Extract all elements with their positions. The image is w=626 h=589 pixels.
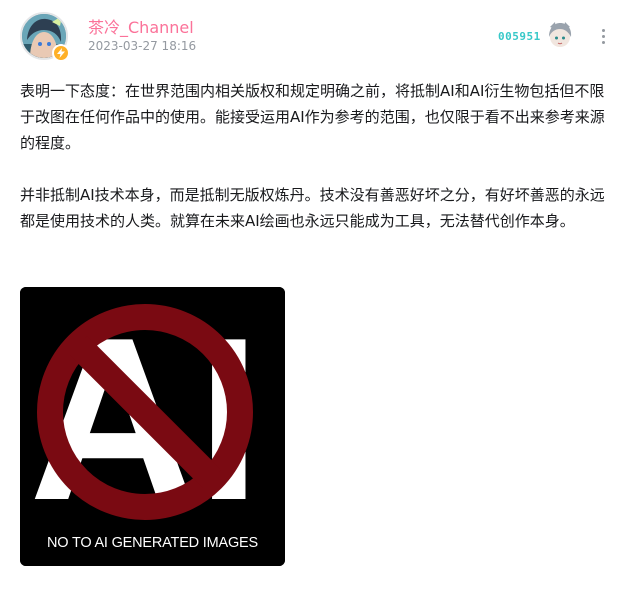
more-dot-icon <box>601 34 605 38</box>
lightning-icon <box>57 48 65 58</box>
fan-badge[interactable]: 005951 <box>498 22 575 48</box>
author-avatar[interactable] <box>20 12 70 62</box>
no-ai-prohibition-icon: AI <box>20 287 285 566</box>
post-image[interactable]: AI NO TO AI GENERATED IMAGES <box>20 287 285 566</box>
publish-time: 2023-03-27 18:16 <box>88 39 197 53</box>
content-paragraph: 并非抵制AI技术本身，而是抵制无版权炼丹。技术没有善恶好坏之分，有好坏善恶的永远… <box>20 186 605 230</box>
more-dot-icon <box>601 28 605 32</box>
content-paragraph: 表明一下态度：在世界范围内相关版权和规定明确之前，将抵制AI和AI衍生物包括但不… <box>20 82 605 152</box>
post-header: 茶冷_Channel 2023-03-27 18:16 005951 <box>20 12 610 62</box>
more-options-button[interactable] <box>596 24 610 48</box>
post-content: 表明一下态度：在世界范围内相关版权和规定明确之前，将抵制AI和AI衍生物包括但不… <box>20 78 616 260</box>
fan-badge-number: 005951 <box>498 29 541 43</box>
fan-badge-character-icon <box>548 22 571 47</box>
author-name[interactable]: 茶冷_Channel <box>88 14 194 38</box>
lightning-badge <box>52 44 70 62</box>
more-dot-icon <box>601 40 605 44</box>
image-caption: NO TO AI GENERATED IMAGES <box>47 535 258 551</box>
